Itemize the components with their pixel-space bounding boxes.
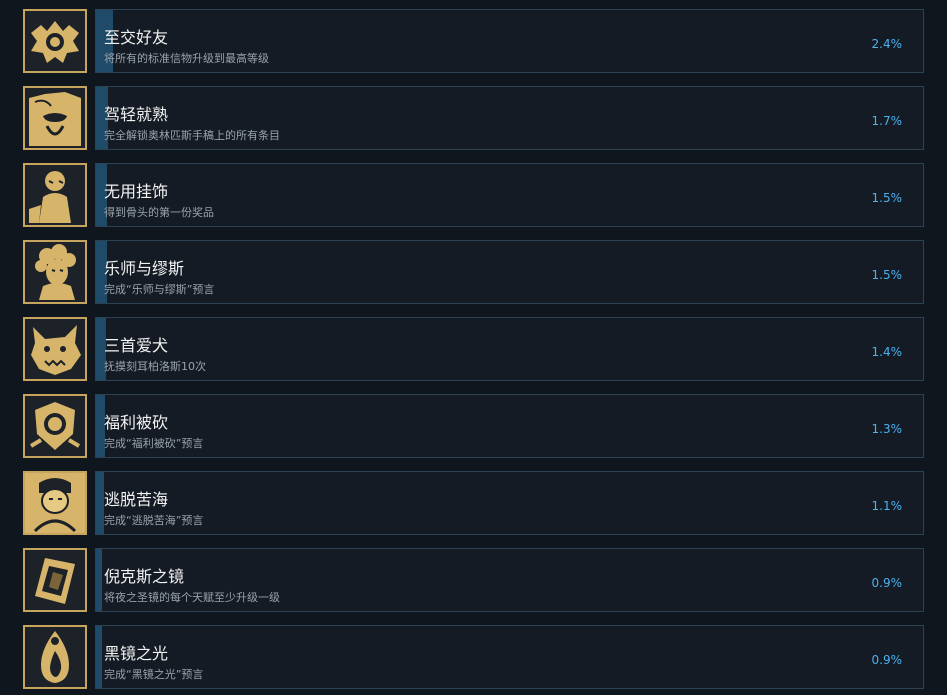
achievement-row[interactable]: 三首爱犬 抚摸刻耳柏洛斯10次 1.4%	[0, 308, 947, 385]
achievement-row[interactable]: 逃脱苦海 完成“逃脱苦海”预言 1.1%	[0, 462, 947, 539]
achievement-row[interactable]: 黑镜之光 完成“黑镜之光”预言 0.9%	[0, 616, 947, 693]
unlock-percent: 1.1%	[871, 499, 903, 513]
achievement-panel: 倪克斯之镜 将夜之圣镜的每个天赋至少升级一级 0.9%	[95, 548, 924, 612]
achievement-list: 至交好友 将所有的标准信物升级到最高等级 2.4% 驾轻就熟 完全解锁奥林匹斯手…	[0, 0, 947, 695]
achievement-panel: 黑镜之光 完成“黑镜之光”预言 0.9%	[95, 625, 924, 689]
winged-orb-emblem-icon	[23, 9, 87, 73]
achievement-description: 抚摸刻耳柏洛斯10次	[104, 360, 206, 373]
unlock-percent: 1.4%	[871, 345, 903, 359]
achievement-title: 福利被砍	[104, 413, 169, 432]
flame-drop-icon	[23, 625, 87, 689]
achievement-description: 完全解锁奥林匹斯手稿上的所有条目	[104, 129, 280, 142]
unlock-percent: 1.5%	[871, 268, 903, 282]
achievement-title: 驾轻就熟	[104, 105, 169, 124]
seated-figure-icon	[23, 163, 87, 227]
unlock-percent: 1.3%	[871, 422, 903, 436]
achievement-title: 至交好友	[104, 28, 169, 47]
achievement-row[interactable]: 福利被砍 完成“福利被砍”预言 1.3%	[0, 385, 947, 462]
unlock-progress-bar	[96, 626, 102, 688]
achievement-description: 得到骨头的第一份奖品	[104, 206, 214, 219]
bearded-old-god-icon	[23, 86, 87, 150]
unlock-percent: 1.5%	[871, 191, 903, 205]
achievement-description: 完成“乐师与缪斯”预言	[104, 283, 215, 296]
achievement-panel: 驾轻就熟 完全解锁奥林匹斯手稿上的所有条目 1.7%	[95, 86, 924, 150]
achievement-panel: 乐师与缪斯 完成“乐师与缪斯”预言 1.5%	[95, 240, 924, 304]
unlock-percent: 1.7%	[871, 114, 903, 128]
achievement-row[interactable]: 至交好友 将所有的标准信物升级到最高等级 2.4%	[0, 0, 947, 77]
unlock-percent: 2.4%	[871, 37, 903, 51]
achievement-title: 逃脱苦海	[104, 490, 169, 509]
achievement-panel: 福利被砍 完成“福利被砍”预言 1.3%	[95, 394, 924, 458]
unlock-progress-bar	[96, 472, 104, 534]
weary-hero-icon	[23, 471, 87, 535]
achievement-row[interactable]: 乐师与缪斯 完成“乐师与缪斯”预言 1.5%	[0, 231, 947, 308]
achievement-description: 将夜之圣镜的每个天赋至少升级一级	[104, 591, 280, 604]
curly-haired-musician-icon	[23, 240, 87, 304]
achievement-row[interactable]: 无用挂饰 得到骨头的第一份奖品 1.5%	[0, 154, 947, 231]
chained-shield-icon	[23, 394, 87, 458]
unlock-progress-bar	[96, 549, 102, 611]
achievement-row[interactable]: 驾轻就熟 完全解锁奥林匹斯手稿上的所有条目 1.7%	[0, 77, 947, 154]
achievement-title: 无用挂饰	[104, 182, 169, 201]
unlock-percent: 0.9%	[871, 653, 903, 667]
achievement-title: 倪克斯之镜	[104, 567, 185, 586]
achievement-description: 完成“逃脱苦海”预言	[104, 514, 204, 527]
achievement-row[interactable]: 倪克斯之镜 将夜之圣镜的每个天赋至少升级一级 0.9%	[0, 539, 947, 616]
hound-head-icon	[23, 317, 87, 381]
achievement-description: 完成“福利被砍”预言	[104, 437, 204, 450]
achievement-description: 将所有的标准信物升级到最高等级	[104, 52, 269, 65]
achievement-panel: 无用挂饰 得到骨头的第一份奖品 1.5%	[95, 163, 924, 227]
achievement-title: 乐师与缪斯	[104, 259, 185, 278]
achievement-panel: 至交好友 将所有的标准信物升级到最高等级 2.4%	[95, 9, 924, 73]
achievement-panel: 逃脱苦海 完成“逃脱苦海”预言 1.1%	[95, 471, 924, 535]
achievement-panel: 三首爱犬 抚摸刻耳柏洛斯10次 1.4%	[95, 317, 924, 381]
ornate-mirror-icon	[23, 548, 87, 612]
achievement-description: 完成“黑镜之光”预言	[104, 668, 204, 681]
achievement-title: 三首爱犬	[104, 336, 169, 355]
achievement-title: 黑镜之光	[104, 644, 169, 663]
unlock-percent: 0.9%	[871, 576, 903, 590]
